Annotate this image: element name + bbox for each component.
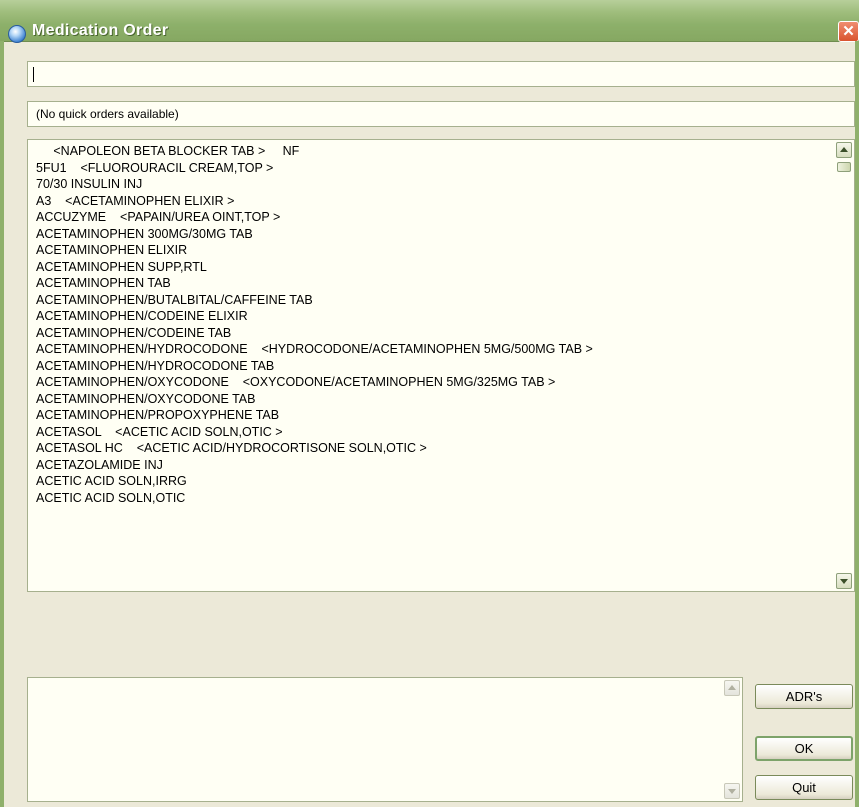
medication-list-item[interactable]: ACETAMINOPHEN/OXYCODONE TAB <box>36 391 826 408</box>
medication-list-item[interactable]: A3 <ACETAMINOPHEN ELIXIR > <box>36 193 826 210</box>
text-caret <box>33 67 34 82</box>
quick-orders-box[interactable]: (No quick orders available) <box>27 101 855 127</box>
medication-list[interactable]: <NAPOLEON BETA BLOCKER TAB > NF 5FU1 <FLU… <box>27 139 855 592</box>
ok-button[interactable]: OK <box>755 736 853 761</box>
scroll-up-button[interactable] <box>836 142 852 158</box>
medication-list-item[interactable]: 5FU1 <FLUOROURACIL CREAM,TOP > <box>36 160 826 177</box>
medication-list-item[interactable]: ACETAMINOPHEN ELIXIR <box>36 242 826 259</box>
app-icon <box>8 25 26 43</box>
medication-list-item[interactable]: ACETAMINOPHEN/HYDROCODONE <HYDROCODONE/A… <box>36 341 826 358</box>
quick-orders-text: (No quick orders available) <box>36 107 179 121</box>
medication-list-item[interactable]: ACETAMINOPHEN/BUTALBITAL/CAFFEINE TAB <box>36 292 826 309</box>
medication-list-item[interactable]: ACETAMINOPHEN/CODEINE ELIXIR <box>36 308 826 325</box>
medication-list-item[interactable]: ACETAMINOPHEN 300MG/30MG TAB <box>36 226 826 243</box>
arrow-up-icon <box>728 685 736 690</box>
medication-list-item[interactable]: ACETAMINOPHEN/PROPOXYPHENE TAB <box>36 407 826 424</box>
medication-list-item[interactable]: ACCUZYME <PAPAIN/UREA OINT,TOP > <box>36 209 826 226</box>
adrs-button[interactable]: ADR's <box>755 684 853 709</box>
order-search-input[interactable] <box>27 61 855 87</box>
medication-list-item[interactable]: <NAPOLEON BETA BLOCKER TAB > NF <box>36 143 826 160</box>
medication-list-item[interactable]: ACETAMINOPHEN/CODEINE TAB <box>36 325 826 342</box>
medication-list-item[interactable]: ACETAMINOPHEN/OXYCODONE <OXYCODONE/ACETA… <box>36 374 826 391</box>
quit-button[interactable]: Quit <box>755 775 853 800</box>
window-title: Medication Order <box>32 22 169 39</box>
medication-list-item[interactable]: ACETAMINOPHEN SUPP,RTL <box>36 259 826 276</box>
medication-list-items: <NAPOLEON BETA BLOCKER TAB > NF 5FU1 <FLU… <box>36 143 826 506</box>
medication-list-item[interactable]: ACETASOL HC <ACETIC ACID/HYDROCORTISONE … <box>36 440 826 457</box>
details-scrollbar[interactable] <box>724 680 740 799</box>
window-frame-right <box>855 41 859 807</box>
scroll-down-button[interactable] <box>836 573 852 589</box>
order-details-box[interactable] <box>27 677 743 802</box>
medication-list-item[interactable]: ACETASOL <ACETIC ACID SOLN,OTIC > <box>36 424 826 441</box>
details-scroll-up-button[interactable] <box>724 680 740 696</box>
title-bar: Medication Order ✕ <box>0 0 859 43</box>
arrow-down-icon <box>840 579 848 584</box>
window-frame-left <box>0 41 4 807</box>
medication-list-item[interactable]: ACETAMINOPHEN/HYDROCODONE TAB <box>36 358 826 375</box>
arrow-down-icon <box>728 789 736 794</box>
medication-list-item[interactable]: ACETAMINOPHEN TAB <box>36 275 826 292</box>
medication-list-item[interactable]: ACETIC ACID SOLN,IRRG <box>36 473 826 490</box>
medication-list-item[interactable]: 70/30 INSULIN INJ <box>36 176 826 193</box>
medication-list-scrollbar[interactable] <box>836 142 852 589</box>
close-icon: ✕ <box>842 23 855 40</box>
medication-list-item[interactable]: ACETAZOLAMIDE INJ <box>36 457 826 474</box>
medication-list-item[interactable]: ACETIC ACID SOLN,OTIC <box>36 490 826 507</box>
scroll-thumb[interactable] <box>837 162 851 172</box>
arrow-up-icon <box>840 147 848 152</box>
close-button[interactable]: ✕ <box>838 21 859 42</box>
details-scroll-down-button[interactable] <box>724 783 740 799</box>
